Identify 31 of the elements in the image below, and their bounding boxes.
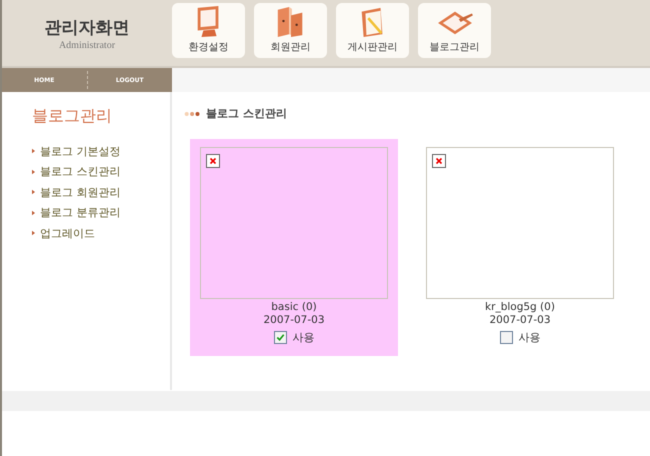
sidebar-title: 블로그관리 [32, 106, 113, 127]
bullet-icon [32, 168, 35, 175]
admin-subtitle: Administrator [58, 40, 116, 50]
sidebar-item[interactable]: 블로그 스킨관리 [32, 162, 170, 182]
section-title: 블로그 스킨관리 [206, 106, 287, 121]
bullet-icon [32, 189, 35, 196]
use-label: 사용 [518, 330, 540, 345]
bullet-icon [32, 230, 35, 236]
bullet-icon [32, 210, 35, 216]
nav-button[interactable]: 블로그관리 [418, 3, 491, 58]
use-label: 사용 [292, 330, 314, 345]
sidebar-item[interactable]: 업그레이드 [32, 223, 170, 244]
nav-button[interactable]: 게시판관리 [336, 3, 409, 58]
skin-name: kr_blog5g (0) [485, 301, 555, 314]
skin-date: 2007-07-03 [489, 314, 551, 327]
sidebar-item[interactable]: 블로그 회원관리 [32, 182, 170, 202]
broken-image-icon [432, 154, 446, 168]
use-checkbox[interactable] [274, 331, 286, 344]
skin-card[interactable]: kr_blog5g (0) 2007-07-03 사용 [416, 139, 624, 356]
skin-name: basic (0) [271, 301, 317, 314]
dots-icon [184, 110, 202, 116]
skin-date: 2007-07-03 [263, 314, 325, 327]
nav-button[interactable]: 회원관리 [254, 3, 327, 58]
skin-card[interactable]: basic (0) 2007-07-03 사용 [190, 139, 398, 356]
sidebar-item[interactable]: 블로그 기본설정 [32, 141, 170, 162]
sidebar-item[interactable]: 블로그 분류관리 [32, 202, 170, 223]
use-checkbox[interactable] [500, 331, 512, 344]
nav-button[interactable]: 환경설정 [172, 3, 245, 58]
bullet-icon [32, 148, 35, 154]
admin-title: 관리자화면 [44, 16, 130, 38]
broken-image-icon [206, 154, 220, 168]
